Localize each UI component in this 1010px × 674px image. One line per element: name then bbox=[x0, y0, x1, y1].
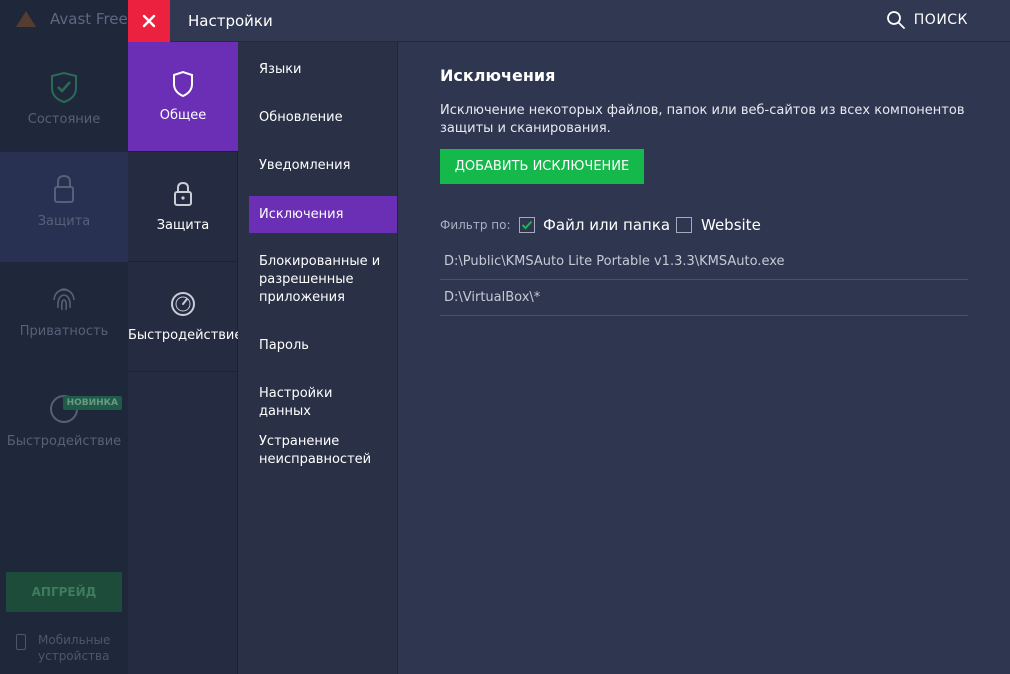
search-icon bbox=[886, 11, 905, 29]
search-button[interactable]: ПОИСК bbox=[886, 10, 968, 30]
bg-nav-privacy-label: Приватность bbox=[19, 324, 109, 339]
page-description: Исключение некоторых файлов, папок или в… bbox=[440, 103, 965, 136]
background-sidebar: Avast Free A Состояние Защита Приватност… bbox=[0, 0, 143, 674]
avast-logo-icon bbox=[16, 11, 36, 27]
category-general-label: Общее bbox=[159, 108, 207, 123]
exceptions-content: Исключения Исключение некоторых файлов, … bbox=[398, 42, 1010, 674]
new-badge: НОВИНКА bbox=[62, 396, 122, 410]
bg-nav-protection-label: Защита bbox=[37, 214, 91, 229]
subsection-update[interactable]: Обновление bbox=[249, 109, 397, 127]
settings-subsections: Языки Обновление Уведомления Исключения … bbox=[238, 42, 398, 674]
checkmark-icon bbox=[521, 220, 533, 230]
subsection-troubleshooting[interactable]: Устранение неисправностей bbox=[249, 433, 397, 469]
search-label: ПОИСК bbox=[913, 12, 968, 28]
close-icon bbox=[142, 14, 156, 28]
bg-mobile-line2: устройства bbox=[38, 649, 110, 663]
subsection-languages[interactable]: Языки bbox=[249, 61, 397, 79]
bg-mobile-line1: Мобильные bbox=[38, 633, 111, 647]
fingerprint-icon bbox=[53, 288, 75, 311]
bg-nav-status-label: Состояние bbox=[27, 112, 101, 127]
bg-nav-performance: НОВИНКА Быстродействие bbox=[0, 372, 128, 482]
exclusion-row[interactable]: D:\Public\KMSAuto Lite Portable v1.3.3\K… bbox=[440, 244, 968, 280]
category-protection-label: Защита bbox=[156, 218, 210, 233]
exclusion-row[interactable]: D:\VirtualBox\* bbox=[440, 280, 968, 316]
subsection-data-settings[interactable]: Настройки данных bbox=[249, 385, 397, 421]
subsection-exceptions[interactable]: Исключения bbox=[249, 196, 397, 233]
lock-icon bbox=[54, 174, 74, 203]
category-general[interactable]: Общее bbox=[128, 42, 238, 152]
filter-label: Фильтр по: bbox=[440, 218, 511, 232]
bg-mobile-devices: Мобильные устройства bbox=[16, 632, 110, 664]
subsection-blocked-allowed-apps[interactable]: Блокированные и разрешенные приложения bbox=[249, 253, 397, 307]
bg-nav-protection: Защита bbox=[0, 152, 128, 262]
speedometer-icon bbox=[171, 292, 195, 316]
filter-website-checkbox[interactable] bbox=[676, 217, 692, 233]
settings-topbar: Настройки ПОИСК bbox=[128, 0, 1010, 42]
settings-panel: Настройки ПОИСК Общее Защита Быстродейст… bbox=[128, 0, 1010, 674]
shield-icon bbox=[173, 70, 193, 98]
bg-nav-performance-label: Быстродействие bbox=[6, 434, 122, 449]
settings-title: Настройки bbox=[188, 12, 273, 30]
add-exception-button[interactable]: ДОБАВИТЬ ИСКЛЮЧЕНИЕ bbox=[440, 149, 644, 184]
category-protection[interactable]: Защита bbox=[128, 152, 238, 262]
close-settings-button[interactable] bbox=[128, 0, 170, 42]
settings-categories: Общее Защита Быстродействие bbox=[128, 42, 242, 674]
phone-icon bbox=[16, 634, 26, 650]
subsection-notifications[interactable]: Уведомления bbox=[249, 157, 397, 175]
bg-nav-privacy: Приватность bbox=[0, 262, 128, 372]
filter-website-label[interactable]: Website bbox=[701, 216, 761, 234]
filter-file-folder-checkbox[interactable] bbox=[519, 217, 535, 233]
page-title: Исключения bbox=[440, 66, 556, 85]
category-performance[interactable]: Быстродействие bbox=[128, 262, 242, 372]
lock-icon bbox=[174, 181, 192, 206]
subsection-password[interactable]: Пароль bbox=[249, 337, 397, 355]
bg-upgrade-button: АПГРЕЙД bbox=[6, 572, 122, 612]
filter-file-folder-label[interactable]: Файл или папка bbox=[543, 216, 670, 234]
shield-check-icon bbox=[51, 71, 77, 104]
category-performance-label: Быстродействие bbox=[128, 328, 243, 343]
bg-nav-status: Состояние bbox=[0, 50, 128, 160]
